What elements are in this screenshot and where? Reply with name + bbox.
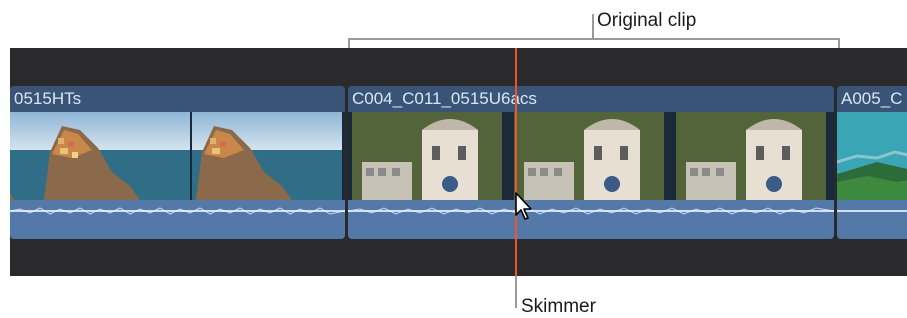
clip-title: A005_C: [837, 86, 907, 112]
timeline-clip-left[interactable]: 0515HTs: [10, 86, 345, 239]
clip-thumbnail: [10, 112, 40, 200]
clip-filmstrip: [10, 112, 345, 200]
skimmer-playhead-line[interactable]: [515, 48, 517, 276]
clip-thumbnail: [192, 112, 342, 200]
original-clip-bracket: [348, 38, 840, 48]
clip-audio-waveform: [837, 200, 907, 239]
clip-thumbnail: [676, 112, 826, 200]
clip-title: 0515HTs: [10, 86, 345, 112]
timeline-clip-original[interactable]: C004_C011_0515U6acs: [348, 86, 834, 239]
mouse-pointer-icon: [514, 191, 534, 226]
clip-audio-waveform: [10, 200, 345, 239]
clip-filmstrip: [837, 112, 907, 200]
clip-title: C004_C011_0515U6acs: [348, 86, 834, 112]
clip-filmstrip: [348, 112, 834, 200]
original-clip-callout-line: [592, 14, 594, 39]
clip-thumbnail: [40, 112, 190, 200]
timeline-clip-right[interactable]: A005_C: [837, 86, 907, 239]
skimmer-label: Skimmer: [521, 296, 596, 317]
clip-audio-waveform: [348, 200, 834, 239]
clip-thumbnail: [514, 112, 664, 200]
skimmer-callout-line: [515, 276, 517, 308]
clip-thumbnail: [352, 112, 502, 200]
original-clip-label: Original clip: [597, 10, 697, 31]
clip-thumbnail: [837, 112, 907, 200]
